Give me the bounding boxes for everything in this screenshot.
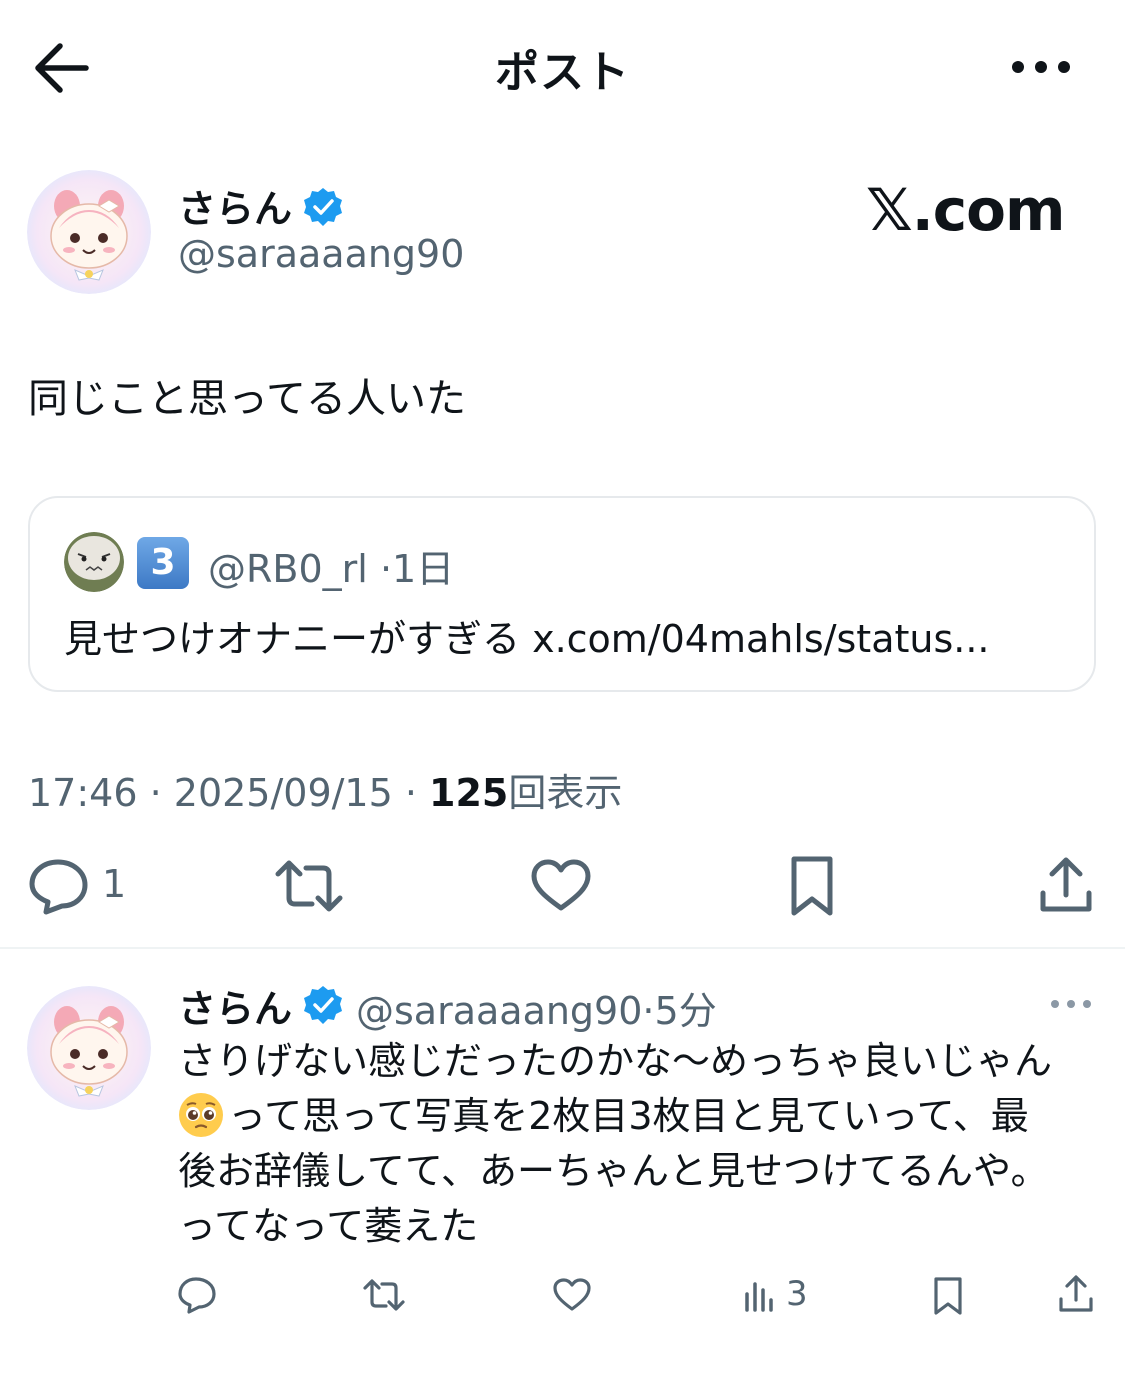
views-count: 125 bbox=[429, 771, 509, 815]
x-com-watermark: 𝕏.com bbox=[866, 176, 1065, 244]
divider bbox=[0, 947, 1125, 949]
reply-text-line: ってなって萎えた bbox=[178, 1204, 479, 1248]
post-meta: 17:46 · 2025/09/15 · 125回表示 bbox=[28, 771, 623, 815]
verified-badge-icon[interactable] bbox=[302, 984, 344, 1026]
author-avatar[interactable] bbox=[27, 170, 151, 294]
like-heart-icon[interactable] bbox=[530, 858, 592, 914]
author-handle[interactable]: @saraaaang90 bbox=[178, 232, 464, 276]
verified-badge-icon[interactable] bbox=[302, 186, 344, 228]
reply-icon[interactable] bbox=[177, 1276, 217, 1314]
repost-icon[interactable] bbox=[362, 1278, 406, 1312]
page-title: ポスト bbox=[495, 47, 630, 98]
reply-icon[interactable] bbox=[28, 857, 90, 915]
reply-count: 1 bbox=[102, 862, 127, 906]
reply-display-name[interactable]: さらん bbox=[178, 978, 292, 1033]
quoted-meta: @RB0_rl ·1日 bbox=[208, 538, 454, 593]
post-text: 同じこと思ってる人いた bbox=[28, 376, 466, 422]
post-time: 17:46 bbox=[28, 771, 138, 815]
reply-text-segment: って思って写真を2枚目3枚目と見ていって、最 bbox=[228, 1094, 1029, 1138]
views-label: 回表示 bbox=[508, 771, 623, 815]
share-icon[interactable] bbox=[1058, 1274, 1094, 1314]
quoted-author-avatar[interactable] bbox=[64, 532, 124, 592]
bookmark-icon[interactable] bbox=[788, 855, 836, 917]
keycap-number-badge: 3 bbox=[137, 537, 189, 589]
reply-time: 5分 bbox=[654, 989, 717, 1033]
quoted-time: 1日 bbox=[392, 547, 455, 591]
reply-meta: @saraaaang90·5分 bbox=[356, 980, 717, 1035]
author-display-name[interactable]: さらん bbox=[178, 178, 292, 233]
quoted-separator: · bbox=[379, 547, 393, 591]
quoted-text[interactable]: 見せつけオナニーがすぎる x.com/04mahls/status... bbox=[64, 608, 990, 663]
reply-more-icon[interactable] bbox=[1048, 994, 1094, 1014]
bookmark-icon[interactable] bbox=[932, 1276, 964, 1316]
more-options-icon[interactable] bbox=[1006, 50, 1076, 84]
reply-text-line: って思って写真を2枚目3枚目と見ていって、最 bbox=[178, 1089, 1098, 1144]
reply-author-avatar[interactable] bbox=[27, 986, 151, 1110]
reply-text: さりげない感じだったのかな〜めっちゃ良いじゃん って思って写真を2枚目3枚目と見… bbox=[178, 1034, 1098, 1254]
reply-handle[interactable]: @saraaaang90 bbox=[356, 989, 642, 1033]
repost-icon[interactable] bbox=[274, 858, 344, 914]
share-icon[interactable] bbox=[1038, 855, 1094, 915]
views-chart-icon[interactable] bbox=[744, 1278, 774, 1312]
pleading-face-emoji-icon bbox=[178, 1092, 224, 1138]
reply-text-line: さりげない感じだったのかな〜めっちゃ良いじゃん bbox=[178, 1039, 1053, 1083]
post-date: 2025/09/15 bbox=[173, 771, 393, 815]
reply-separator: · bbox=[642, 989, 655, 1033]
reply-views-count: 3 bbox=[786, 1274, 808, 1314]
like-heart-icon[interactable] bbox=[552, 1277, 592, 1313]
quoted-handle[interactable]: @RB0_rl bbox=[208, 547, 368, 591]
reply-text-line: 後お辞儀してて、あーちゃんと見せつけてるんや。 bbox=[178, 1149, 1049, 1193]
